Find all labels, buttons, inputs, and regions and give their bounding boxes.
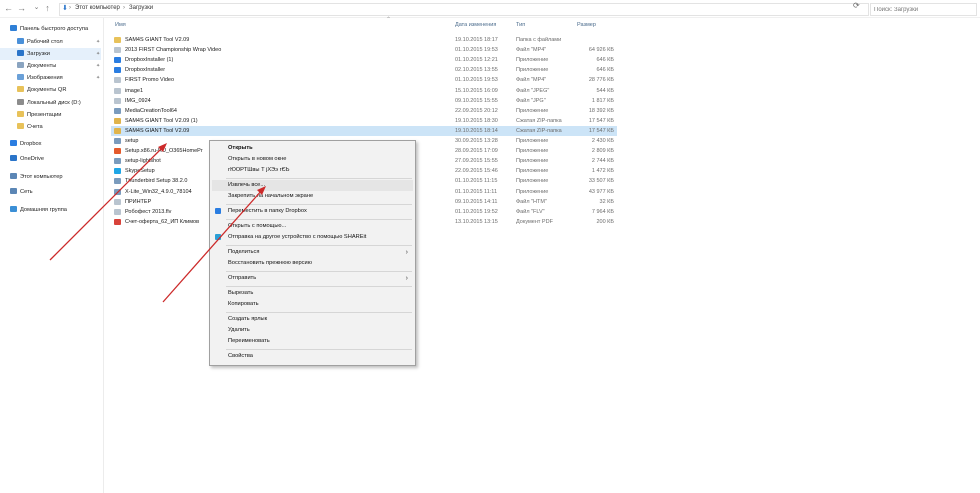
annotation-arrow-2	[162, 189, 263, 303]
annotation-arrows	[49, 143, 266, 303]
annotation-arrow-1	[49, 146, 164, 261]
